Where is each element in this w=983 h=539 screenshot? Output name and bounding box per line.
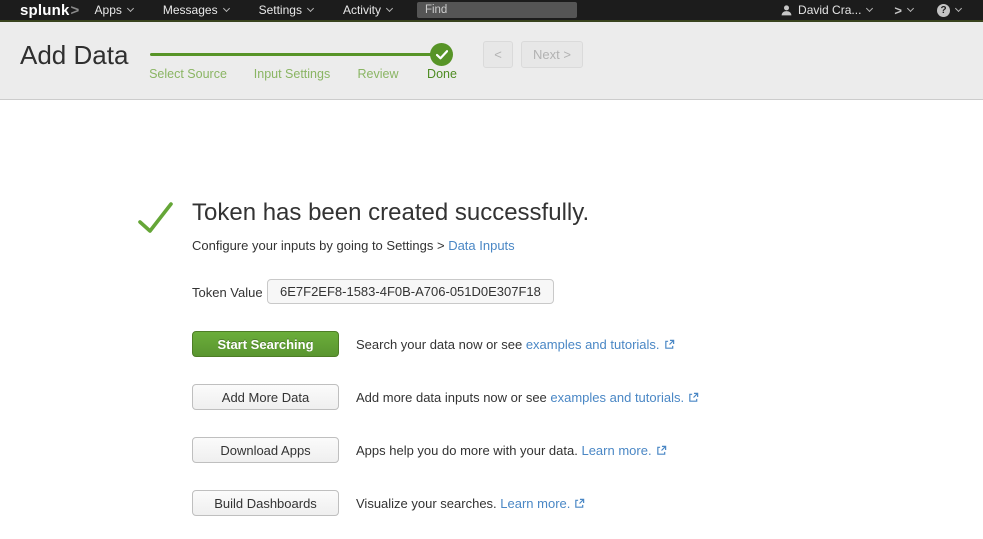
success-check-icon xyxy=(136,198,176,238)
user-menu[interactable]: David Cra... xyxy=(770,3,882,17)
download-apps-button[interactable]: Download Apps xyxy=(192,437,339,463)
main-content: Token has been created successfully. Con… xyxy=(0,100,983,538)
splunk-logo-chevron-icon: > xyxy=(71,2,80,19)
learn-more-link[interactable]: Learn more. xyxy=(581,443,666,458)
nav-menu-apps[interactable]: Apps xyxy=(80,0,148,20)
nav-menu-apps-label: Apps xyxy=(95,3,122,17)
add-more-data-button[interactable]: Add More Data xyxy=(192,384,339,410)
action-description-text: Visualize your searches. xyxy=(356,496,500,511)
chevron-down-icon xyxy=(907,5,914,12)
chevron-down-icon xyxy=(223,5,230,12)
stepper-done-node xyxy=(430,43,453,66)
action-description-text: Add more data inputs now or see xyxy=(356,390,550,405)
external-link-icon xyxy=(656,445,667,456)
nav-menu-messages[interactable]: Messages xyxy=(148,0,244,20)
splunk-window: splunk> Apps Messages Settings Activity xyxy=(0,0,983,539)
nav-menu-settings[interactable]: Settings xyxy=(244,0,328,20)
learn-more-link[interactable]: Learn more. xyxy=(500,496,585,511)
help-icon: ? xyxy=(937,4,950,17)
next-button[interactable]: Next > xyxy=(521,41,583,68)
step-done[interactable]: Done xyxy=(427,67,457,81)
nav-menu-messages-label: Messages xyxy=(163,3,218,17)
action-description-text: Apps help you do more with your data. xyxy=(356,443,581,458)
stepper-progress-line xyxy=(150,53,438,56)
nav-menu-activity-label: Activity xyxy=(343,3,381,17)
data-inputs-link[interactable]: Data Inputs xyxy=(448,238,515,253)
page-header: Add Data Select Source Input Settings Re… xyxy=(0,22,983,100)
top-navbar: splunk> Apps Messages Settings Activity xyxy=(0,0,983,22)
chevron-down-icon xyxy=(386,5,393,12)
chevron-down-icon xyxy=(307,5,314,12)
success-heading: Token has been created successfully. xyxy=(192,199,589,227)
examples-tutorials-link[interactable]: examples and tutorials. xyxy=(526,337,675,352)
action-row-download-apps: Download Apps Apps help you do more with… xyxy=(192,437,339,463)
nav-menu-settings-label: Settings xyxy=(259,3,302,17)
splunk-logo[interactable]: splunk> xyxy=(20,2,80,19)
user-name: David Cra... xyxy=(798,3,861,17)
action-row-start-searching: Start Searching Search your data now or … xyxy=(192,331,339,357)
action-row-build-dashboards: Build Dashboards Visualize your searches… xyxy=(192,490,339,516)
splunk-gt-icon: > xyxy=(894,3,902,18)
configure-instructions: Configure your inputs by going to Settin… xyxy=(192,238,515,253)
build-dashboards-button[interactable]: Build Dashboards xyxy=(192,490,339,516)
action-row-add-more-data: Add More Data Add more data inputs now o… xyxy=(192,384,339,410)
action-description-text: Search your data now or see xyxy=(356,337,526,352)
splunk-logo-text: splunk xyxy=(20,2,70,19)
external-link-icon xyxy=(574,498,585,509)
external-link-icon xyxy=(664,339,675,350)
navbar-right-group: David Cra... > ? xyxy=(770,3,973,18)
page-title: Add Data xyxy=(20,40,128,71)
user-icon xyxy=(780,4,793,17)
action-description: Add more data inputs now or see examples… xyxy=(356,390,699,405)
link-label: examples and tutorials. xyxy=(526,337,660,352)
help-menu[interactable]: ? xyxy=(925,4,973,17)
step-select-source[interactable]: Select Source xyxy=(149,67,227,81)
chevron-down-icon xyxy=(127,5,134,12)
link-label: examples and tutorials. xyxy=(550,390,684,405)
token-value-text: 6E7F2EF8-1583-4F0B-A706-051D0E307F18 xyxy=(280,284,541,299)
action-description: Apps help you do more with your data. Le… xyxy=(356,443,667,458)
quick-links-menu[interactable]: > xyxy=(882,3,925,18)
chevron-down-icon xyxy=(955,5,962,12)
link-label: Learn more. xyxy=(581,443,651,458)
action-description: Search your data now or see examples and… xyxy=(356,337,675,352)
configure-text: Configure your inputs by going to Settin… xyxy=(192,238,448,253)
external-link-icon xyxy=(688,392,699,403)
start-searching-button[interactable]: Start Searching xyxy=(192,331,339,357)
step-input-settings[interactable]: Input Settings xyxy=(254,67,330,81)
token-value-label: Token Value xyxy=(192,285,263,300)
token-value-field[interactable]: 6E7F2EF8-1583-4F0B-A706-051D0E307F18 xyxy=(267,279,554,304)
step-review[interactable]: Review xyxy=(358,67,399,81)
action-description: Visualize your searches. Learn more. xyxy=(356,496,585,511)
chevron-down-icon xyxy=(866,5,873,12)
check-icon xyxy=(436,50,448,60)
nav-menu-activity[interactable]: Activity xyxy=(328,0,407,20)
back-button[interactable]: < xyxy=(483,41,513,68)
find-search-input[interactable] xyxy=(417,2,577,18)
examples-tutorials-link[interactable]: examples and tutorials. xyxy=(550,390,699,405)
link-label: Learn more. xyxy=(500,496,570,511)
